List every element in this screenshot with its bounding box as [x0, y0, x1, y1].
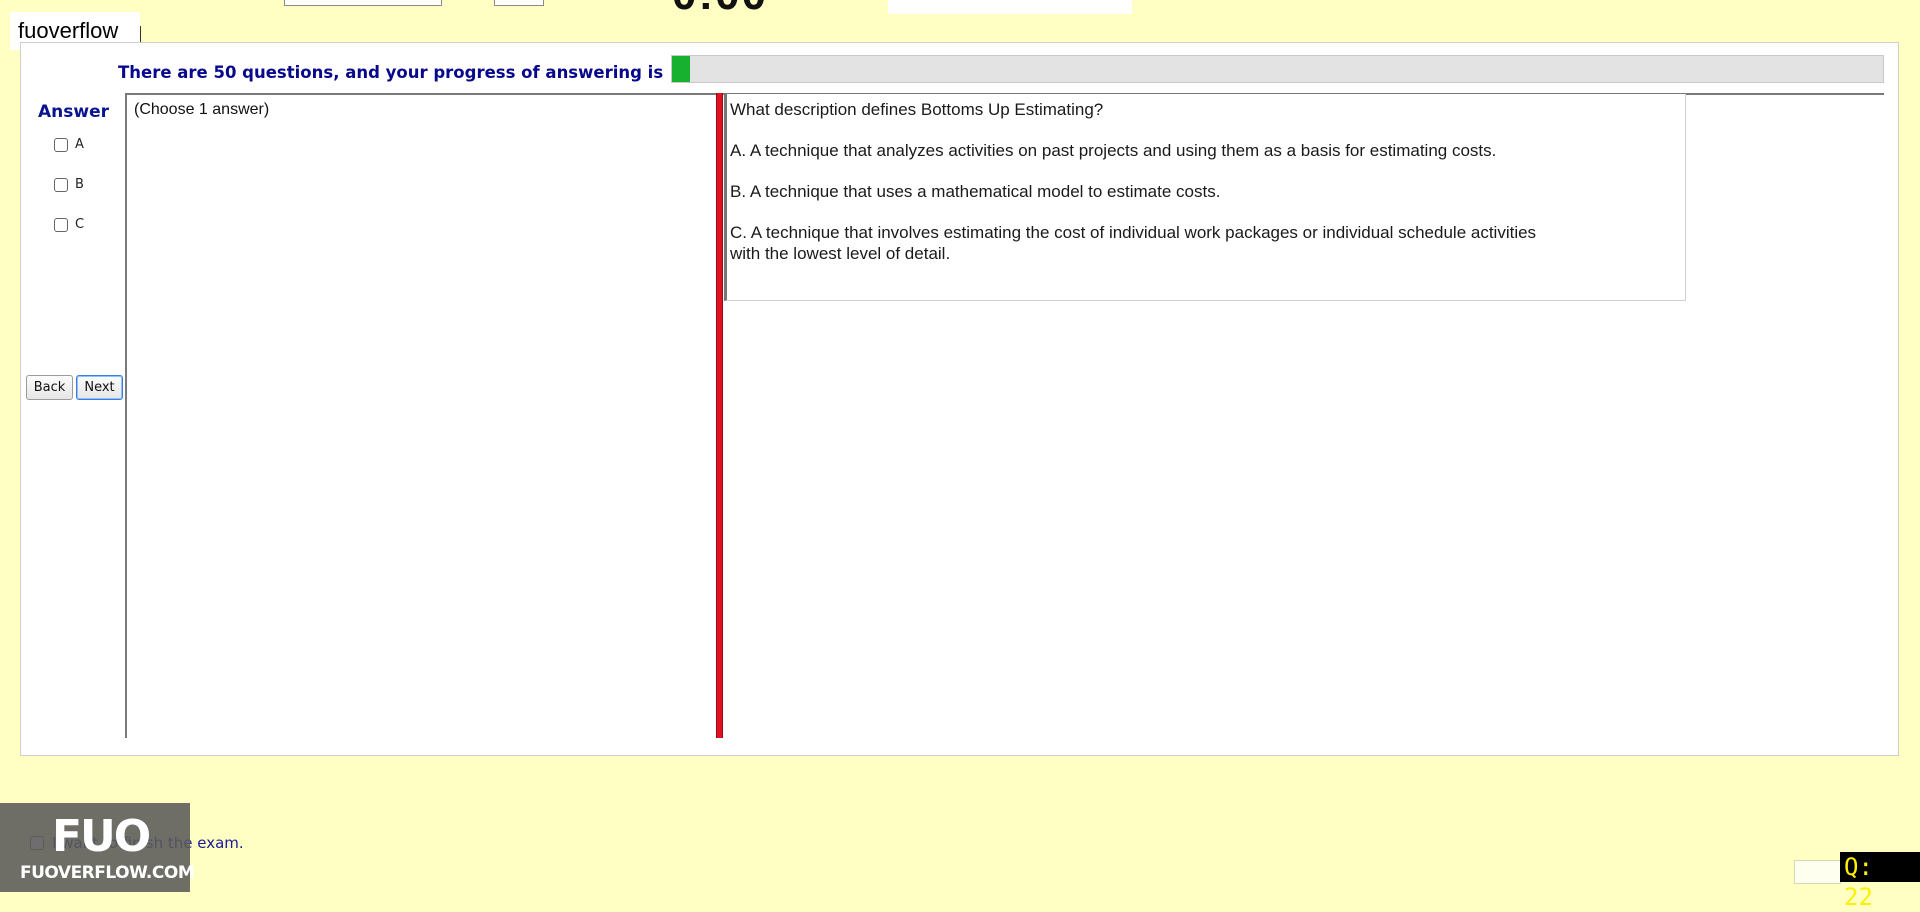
option-a[interactable]: A	[54, 137, 84, 152]
option-c-label: C	[75, 217, 85, 232]
watermark-logo: FUO FUOVERFLOW.COM	[0, 803, 195, 892]
checkbox-b[interactable]	[54, 177, 68, 192]
question-prompt: What description defines Bottoms Up Esti…	[730, 100, 1104, 119]
bottom-field[interactable]	[1794, 860, 1841, 884]
top-small-field[interactable]	[494, 0, 544, 6]
answer-heading: Answer	[38, 102, 109, 122]
question-counter: Q: 22	[1840, 852, 1920, 911]
top-field[interactable]	[284, 0, 442, 6]
checkbox-a[interactable]	[54, 137, 68, 152]
choice-c-text: C. A technique that involves estimating …	[730, 223, 1537, 242]
option-b[interactable]: B	[54, 177, 84, 192]
option-c[interactable]: C	[54, 217, 84, 232]
checkbox-c[interactable]	[54, 217, 68, 232]
progress-bar	[671, 55, 1884, 83]
progress-fill	[672, 56, 691, 82]
watermark-mark: FUO	[52, 811, 151, 862]
back-button[interactable]: Back	[26, 375, 73, 400]
watermark-text: FUOVERFLOW.COM	[20, 863, 195, 883]
option-b-label: B	[75, 177, 84, 192]
choose-hint: (Choose 1 answer)	[134, 101, 270, 118]
progress-label: There are 50 questions, and your progres…	[118, 63, 664, 82]
choice-b-text: B. A technique that uses a mathematical …	[730, 182, 1221, 201]
next-button[interactable]: Next	[76, 375, 123, 400]
choice-c-text-continued: with the lowest level of detail.	[730, 244, 951, 263]
answer-pane	[125, 93, 718, 738]
option-a-label: A	[75, 137, 84, 152]
pane-splitter[interactable]	[716, 93, 723, 738]
choice-a-text: A. A technique that analyzes activities …	[730, 141, 1497, 160]
timer: 0:00	[672, 0, 768, 20]
top-logo-area	[888, 0, 1132, 14]
